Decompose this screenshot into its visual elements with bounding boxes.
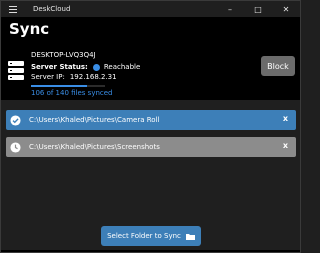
- folder-row-pending[interactable]: C:\Users\Khaled\Pictures\Screenshots x: [6, 137, 296, 157]
- block-button[interactable]: Block: [261, 56, 295, 76]
- server-status-value: Reachable: [103, 63, 141, 71]
- title-bar: DeskCloud – □ ✕: [1, 1, 300, 17]
- sync-progress-fill: [31, 85, 88, 87]
- folder-path: C:\Users\Khaled\Pictures\Screenshots: [29, 143, 160, 151]
- sync-progress-text: 106 of 140 files synced: [31, 89, 113, 97]
- page-title: Sync: [9, 20, 50, 38]
- sync-progress-bar: [31, 85, 105, 87]
- close-button[interactable]: ✕: [272, 1, 300, 17]
- server-ip-label: Server IP:: [31, 73, 65, 81]
- select-folder-label: Select Folder to Sync: [107, 232, 181, 240]
- hamburger-menu-icon[interactable]: [5, 1, 21, 17]
- remove-folder-button[interactable]: x: [283, 141, 288, 150]
- maximize-button[interactable]: □: [244, 1, 272, 17]
- server-name: DESKTOP-LVQ3Q4J: [31, 51, 96, 59]
- folder-path: C:\Users\Khaled\Pictures\Camera Roll: [29, 116, 160, 124]
- server-status: Server Status: Reachable: [31, 63, 140, 71]
- server-ip: Server IP: 192.168.2.31: [31, 73, 117, 81]
- app-title: DeskCloud: [33, 5, 71, 13]
- status-indicator-icon: [92, 63, 100, 71]
- folder-row-synced[interactable]: C:\Users\Khaled\Pictures\Camera Roll x: [6, 110, 296, 130]
- minimize-button[interactable]: –: [216, 1, 244, 17]
- folder-icon: [185, 233, 195, 240]
- server-icon: [8, 61, 24, 80]
- check-circle-icon: [9, 114, 21, 126]
- folder-list: C:\Users\Khaled\Pictures\Camera Roll x C…: [1, 100, 300, 250]
- remove-folder-button[interactable]: x: [283, 114, 288, 123]
- clock-icon: [9, 141, 21, 153]
- server-status-label: Server Status:: [31, 63, 88, 71]
- select-folder-button[interactable]: Select Folder to Sync: [101, 226, 201, 246]
- app-window: DeskCloud – □ ✕ Sync DESKTOP-LVQ3Q4J Ser…: [0, 0, 301, 253]
- server-ip-value: 192.168.2.31: [69, 73, 117, 81]
- window-controls: – □ ✕: [216, 1, 300, 17]
